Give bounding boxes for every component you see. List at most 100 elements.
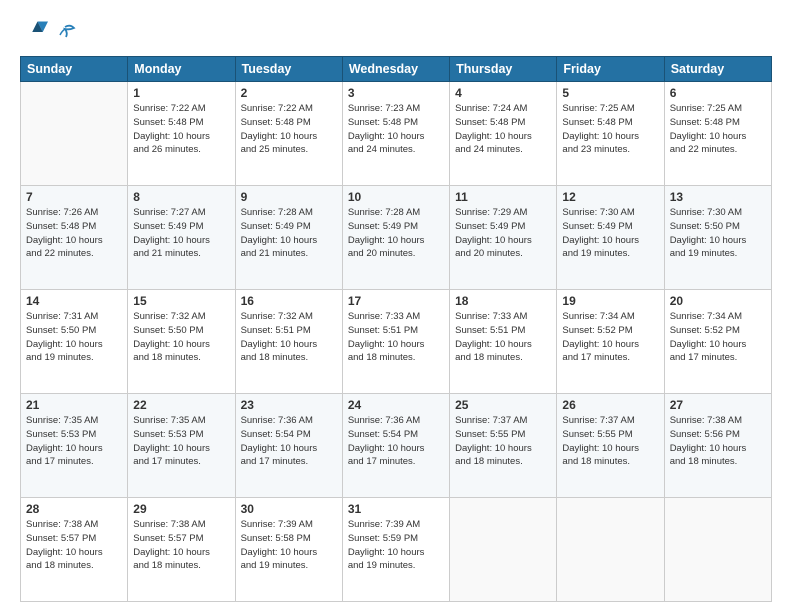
day-cell: 24Sunrise: 7:36 AMSunset: 5:54 PMDayligh… [342, 394, 449, 498]
day-cell: 4 Sunrise: 7:24 AMSunset: 5:48 PMDaylight… [450, 82, 557, 186]
weekday-header-thursday: Thursday [450, 57, 557, 82]
day-cell: 12 Sunrise: 7:30 AMSunset: 5:49 PMDayligh… [557, 186, 664, 290]
day-number: 18 [455, 294, 551, 308]
day-number: 7 [26, 190, 122, 204]
day-number: 27 [670, 398, 766, 412]
day-info: Sunrise: 7:23 AMSunset: 5:48 PMDaylight:… [348, 102, 444, 157]
day-cell: 28 Sunrise: 7:38 AMSunset: 5:57 PMDayligh… [21, 498, 128, 602]
day-cell: 30 Sunrise: 7:39 AMSunset: 5:58 PMDayligh… [235, 498, 342, 602]
week-row-2: 7Sunrise: 7:26 AMSunset: 5:48 PMDaylight… [21, 186, 772, 290]
day-cell: 26 Sunrise: 7:37 AMSunset: 5:55 PMDayligh… [557, 394, 664, 498]
day-info: Sunrise: 7:30 AMSunset: 5:49 PMDaylight:… [562, 206, 658, 261]
day-cell: 23Sunrise: 7:36 AMSunset: 5:54 PMDayligh… [235, 394, 342, 498]
day-info: Sunrise: 7:33 AMSunset: 5:51 PMDaylight:… [348, 310, 444, 365]
weekday-header-saturday: Saturday [664, 57, 771, 82]
day-info: Sunrise: 7:38 AMSunset: 5:57 PMDaylight:… [26, 518, 122, 573]
day-cell: 11 Sunrise: 7:29 AMSunset: 5:49 PMDayligh… [450, 186, 557, 290]
week-row-3: 14 Sunrise: 7:31 AMSunset: 5:50 PMDayligh… [21, 290, 772, 394]
day-cell: 31 Sunrise: 7:39 AMSunset: 5:59 PMDayligh… [342, 498, 449, 602]
day-number: 31 [348, 502, 444, 516]
day-number: 29 [133, 502, 229, 516]
day-info: Sunrise: 7:22 AMSunset: 5:48 PMDaylight:… [241, 102, 337, 157]
day-info: Sunrise: 7:29 AMSunset: 5:49 PMDaylight:… [455, 206, 551, 261]
day-cell [557, 498, 664, 602]
day-info: Sunrise: 7:27 AMSunset: 5:49 PMDaylight:… [133, 206, 229, 261]
weekday-header-friday: Friday [557, 57, 664, 82]
day-number: 5 [562, 86, 658, 100]
logo [20, 18, 78, 46]
day-number: 26 [562, 398, 658, 412]
day-info: Sunrise: 7:28 AMSunset: 5:49 PMDaylight:… [348, 206, 444, 261]
weekday-header-tuesday: Tuesday [235, 57, 342, 82]
day-info: Sunrise: 7:28 AMSunset: 5:49 PMDaylight:… [241, 206, 337, 261]
day-info: Sunrise: 7:33 AMSunset: 5:51 PMDaylight:… [455, 310, 551, 365]
day-info: Sunrise: 7:37 AMSunset: 5:55 PMDaylight:… [562, 414, 658, 469]
day-info: Sunrise: 7:39 AMSunset: 5:59 PMDaylight:… [348, 518, 444, 573]
day-info: Sunrise: 7:34 AMSunset: 5:52 PMDaylight:… [670, 310, 766, 365]
day-info: Sunrise: 7:38 AMSunset: 5:56 PMDaylight:… [670, 414, 766, 469]
day-number: 13 [670, 190, 766, 204]
weekday-header-row: SundayMondayTuesdayWednesdayThursdayFrid… [21, 57, 772, 82]
day-number: 6 [670, 86, 766, 100]
day-cell [450, 498, 557, 602]
day-number: 11 [455, 190, 551, 204]
day-info: Sunrise: 7:37 AMSunset: 5:55 PMDaylight:… [455, 414, 551, 469]
day-cell: 15 Sunrise: 7:32 AMSunset: 5:50 PMDayligh… [128, 290, 235, 394]
day-number: 15 [133, 294, 229, 308]
day-cell: 19 Sunrise: 7:34 AMSunset: 5:52 PMDayligh… [557, 290, 664, 394]
week-row-1: 1 Sunrise: 7:22 AMSunset: 5:48 PMDaylight… [21, 82, 772, 186]
day-cell: 1 Sunrise: 7:22 AMSunset: 5:48 PMDaylight… [128, 82, 235, 186]
calendar-page: SundayMondayTuesdayWednesdayThursdayFrid… [0, 0, 792, 612]
day-cell: 29Sunrise: 7:38 AMSunset: 5:57 PMDayligh… [128, 498, 235, 602]
weekday-header-wednesday: Wednesday [342, 57, 449, 82]
day-info: Sunrise: 7:24 AMSunset: 5:48 PMDaylight:… [455, 102, 551, 157]
day-info: Sunrise: 7:31 AMSunset: 5:50 PMDaylight:… [26, 310, 122, 365]
day-cell: 18 Sunrise: 7:33 AMSunset: 5:51 PMDayligh… [450, 290, 557, 394]
day-cell: 13 Sunrise: 7:30 AMSunset: 5:50 PMDayligh… [664, 186, 771, 290]
calendar-table: SundayMondayTuesdayWednesdayThursdayFrid… [20, 56, 772, 602]
day-cell [664, 498, 771, 602]
day-info: Sunrise: 7:36 AMSunset: 5:54 PMDaylight:… [241, 414, 337, 469]
day-number: 25 [455, 398, 551, 412]
day-cell: 7Sunrise: 7:26 AMSunset: 5:48 PMDaylight… [21, 186, 128, 290]
day-cell: 14 Sunrise: 7:31 AMSunset: 5:50 PMDayligh… [21, 290, 128, 394]
day-cell: 16Sunrise: 7:32 AMSunset: 5:51 PMDayligh… [235, 290, 342, 394]
day-cell: 9 Sunrise: 7:28 AMSunset: 5:49 PMDaylight… [235, 186, 342, 290]
day-number: 3 [348, 86, 444, 100]
day-info: Sunrise: 7:35 AMSunset: 5:53 PMDaylight:… [133, 414, 229, 469]
day-cell [21, 82, 128, 186]
day-info: Sunrise: 7:36 AMSunset: 5:54 PMDaylight:… [348, 414, 444, 469]
day-number: 9 [241, 190, 337, 204]
logo-icon [20, 18, 48, 46]
day-number: 30 [241, 502, 337, 516]
day-number: 4 [455, 86, 551, 100]
day-info: Sunrise: 7:34 AMSunset: 5:52 PMDaylight:… [562, 310, 658, 365]
week-row-5: 28 Sunrise: 7:38 AMSunset: 5:57 PMDayligh… [21, 498, 772, 602]
weekday-header-monday: Monday [128, 57, 235, 82]
day-cell: 22 Sunrise: 7:35 AMSunset: 5:53 PMDayligh… [128, 394, 235, 498]
day-number: 21 [26, 398, 122, 412]
day-info: Sunrise: 7:32 AMSunset: 5:50 PMDaylight:… [133, 310, 229, 365]
day-number: 20 [670, 294, 766, 308]
day-number: 28 [26, 502, 122, 516]
week-row-4: 21 Sunrise: 7:35 AMSunset: 5:53 PMDayligh… [21, 394, 772, 498]
day-info: Sunrise: 7:30 AMSunset: 5:50 PMDaylight:… [670, 206, 766, 261]
day-number: 10 [348, 190, 444, 204]
day-number: 8 [133, 190, 229, 204]
day-cell: 2 Sunrise: 7:22 AMSunset: 5:48 PMDaylight… [235, 82, 342, 186]
day-number: 2 [241, 86, 337, 100]
day-number: 1 [133, 86, 229, 100]
day-info: Sunrise: 7:25 AMSunset: 5:48 PMDaylight:… [670, 102, 766, 157]
day-number: 19 [562, 294, 658, 308]
logo-bird-icon [54, 23, 76, 45]
day-info: Sunrise: 7:22 AMSunset: 5:48 PMDaylight:… [133, 102, 229, 157]
day-number: 22 [133, 398, 229, 412]
day-info: Sunrise: 7:35 AMSunset: 5:53 PMDaylight:… [26, 414, 122, 469]
day-number: 12 [562, 190, 658, 204]
day-info: Sunrise: 7:39 AMSunset: 5:58 PMDaylight:… [241, 518, 337, 573]
day-cell: 25 Sunrise: 7:37 AMSunset: 5:55 PMDayligh… [450, 394, 557, 498]
day-cell: 20 Sunrise: 7:34 AMSunset: 5:52 PMDayligh… [664, 290, 771, 394]
day-info: Sunrise: 7:32 AMSunset: 5:51 PMDaylight:… [241, 310, 337, 365]
day-number: 14 [26, 294, 122, 308]
calendar-body: 1 Sunrise: 7:22 AMSunset: 5:48 PMDaylight… [21, 82, 772, 602]
